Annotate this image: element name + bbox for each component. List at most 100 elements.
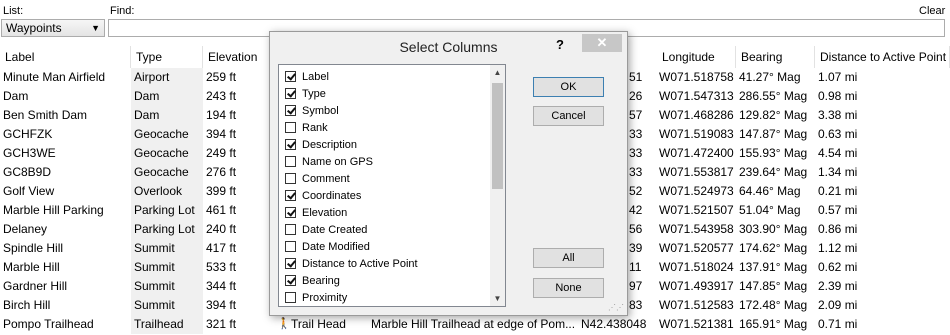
cell-distance: 0.71 mi	[818, 317, 858, 331]
close-button[interactable]: ✕	[582, 34, 622, 52]
checkbox[interactable]	[285, 275, 296, 286]
cell-elevation: 399 ft	[206, 184, 237, 198]
cell-latitude: 56	[629, 222, 643, 236]
cell-type: Dam	[131, 87, 203, 106]
cell-longitude: W071.520577	[659, 241, 734, 255]
checkbox[interactable]	[285, 173, 296, 184]
checkbox[interactable]	[285, 105, 296, 116]
cell-distance: 0.86 mi	[818, 222, 858, 236]
column-option-label: Name on GPS	[302, 156, 373, 168]
cell-longitude: W071.468286	[659, 108, 734, 122]
checkbox[interactable]	[285, 139, 296, 150]
cell-type: Dam	[131, 106, 203, 125]
cell-symbol: Trail Head	[291, 317, 346, 331]
checkbox[interactable]	[285, 292, 296, 303]
cell-distance: 3.38 mi	[818, 108, 858, 122]
cell-type: Summit	[131, 258, 203, 277]
cell-type: Overlook	[131, 182, 203, 201]
select-all-button[interactable]: All	[533, 248, 604, 268]
column-option-label: Distance to Active Point	[302, 258, 418, 270]
resize-grip-icon[interactable]: ⋰⋰	[608, 303, 624, 312]
cell-label: Marble Hill Parking	[3, 203, 104, 217]
cell-latitude: 33	[629, 146, 643, 160]
checkbox[interactable]	[285, 241, 296, 252]
cell-label: Golf View	[3, 184, 55, 198]
cell-distance: 0.57 mi	[818, 203, 858, 217]
cell-longitude: W071.518024	[659, 260, 734, 274]
cell-bearing: 129.82° Mag	[739, 108, 808, 122]
cell-longitude: W071.553817	[659, 165, 734, 179]
scroll-up-icon[interactable]: ▲	[490, 65, 505, 80]
help-button[interactable]: ?	[556, 37, 564, 52]
cell-type: Trailhead	[131, 315, 203, 334]
select-none-button[interactable]: None	[533, 278, 604, 298]
cell-type: Summit	[131, 277, 203, 296]
list-dropdown-value: Waypoints	[6, 21, 62, 35]
cell-distance: 0.98 mi	[818, 89, 858, 103]
column-header-bearing[interactable]: Bearing	[736, 46, 815, 68]
cell-latitude: 33	[629, 127, 643, 141]
hiker-icon: 🚶	[277, 318, 288, 330]
cell-latitude: 83	[629, 298, 643, 312]
cell-bearing: 174.62° Mag	[739, 241, 808, 255]
cell-elevation: 344 ft	[206, 279, 237, 293]
cell-elevation: 417 ft	[206, 241, 237, 255]
cell-distance: 1.34 mi	[818, 165, 858, 179]
column-option-label: Elevation	[302, 207, 348, 219]
cell-bearing: 51.04° Mag	[739, 203, 801, 217]
cell-longitude: W071.518758	[659, 70, 734, 84]
column-header-label[interactable]: Label	[0, 46, 131, 68]
cell-bearing: 286.55° Mag	[739, 89, 808, 103]
cell-longitude: W071.493917	[659, 279, 734, 293]
cell-longitude: W071.472400	[659, 146, 734, 160]
checkbox[interactable]	[285, 190, 296, 201]
cell-latitude: 33	[629, 165, 643, 179]
cell-label: Minute Man Airfield	[3, 70, 106, 84]
column-header-longitude[interactable]: Longitude	[657, 46, 736, 68]
cell-longitude: W071.521507	[659, 203, 734, 217]
checkbox[interactable]	[285, 207, 296, 218]
cell-elevation: 240 ft	[206, 222, 237, 236]
checkbox[interactable]	[285, 224, 296, 235]
cell-longitude: W071.519083	[659, 127, 734, 141]
list-label: List:	[3, 5, 24, 17]
cell-longitude: W071.543958	[659, 222, 734, 236]
cell-type: Summit	[131, 239, 203, 258]
checkbox[interactable]	[285, 122, 296, 133]
cell-type: Geocache	[131, 125, 203, 144]
cell-bearing: 147.85° Mag	[739, 279, 808, 293]
column-option-label: Type	[302, 88, 326, 100]
cell-latitude: 11	[629, 260, 642, 274]
scrollbar-thumb[interactable]	[492, 83, 503, 189]
cell-bearing: 165.91° Mag	[739, 317, 808, 331]
cell-longitude: W071.524973	[659, 184, 734, 198]
checklist-scrollbar[interactable]: ▲ ▼	[490, 65, 505, 306]
cell-bearing: 155.93° Mag	[739, 146, 808, 160]
cell-elevation: 461 ft	[206, 203, 237, 217]
chevron-down-icon: ▼	[91, 23, 100, 33]
cell-type: Geocache	[131, 144, 203, 163]
scroll-down-icon[interactable]: ▼	[490, 291, 505, 306]
cell-type: Airport	[131, 68, 203, 87]
column-option-label: Coordinates	[302, 190, 362, 202]
cell-longitude: W071.512583	[659, 298, 734, 312]
cell-elevation: 533 ft	[206, 260, 237, 274]
list-dropdown[interactable]: Waypoints ▼	[1, 19, 105, 37]
table-row[interactable]: Pompo Trailhead Trailhead 321 ft Trail Head…	[0, 315, 950, 334]
ok-button[interactable]: OK	[533, 77, 604, 97]
cell-latitude: 42	[629, 203, 643, 217]
checkbox[interactable]	[285, 88, 296, 99]
column-option-label: Proximity	[302, 292, 348, 304]
clear-button[interactable]: Clear	[919, 5, 945, 17]
cell-bearing: 303.90° Mag	[739, 222, 808, 236]
cell-label: GCHFZK	[3, 127, 53, 141]
checkbox[interactable]	[285, 156, 296, 167]
column-header-type[interactable]: Type	[131, 46, 203, 68]
column-header-distance[interactable]: Distance to Active Point	[815, 46, 950, 68]
checkbox[interactable]	[285, 258, 296, 269]
cancel-button[interactable]: Cancel	[533, 106, 604, 126]
columns-checklist: Label Type Symbol Rank Description Name on GP…	[278, 64, 506, 307]
checkbox[interactable]	[285, 71, 296, 82]
cell-latitude: 97	[629, 279, 643, 293]
column-header-elevation[interactable]: Elevation	[203, 46, 273, 68]
